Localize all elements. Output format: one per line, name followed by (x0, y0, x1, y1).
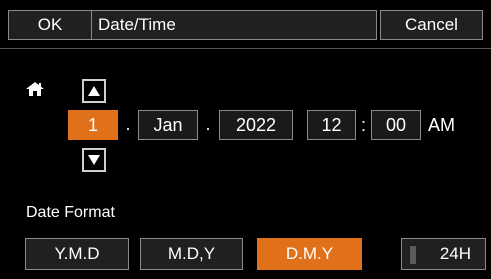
decrement-button[interactable] (82, 148, 106, 172)
ok-button[interactable]: OK (8, 10, 92, 40)
date-separator: . (125, 114, 131, 134)
minute-field[interactable]: 00 (371, 110, 421, 140)
title-bar: Date/Time (92, 10, 377, 40)
year-field[interactable]: 2022 (219, 110, 293, 140)
up-arrow-icon (88, 86, 100, 96)
header-divider (0, 48, 491, 49)
date-separator: . (205, 114, 211, 134)
clock-24h-toggle[interactable]: 24H (401, 238, 486, 270)
hour-field[interactable]: 12 (307, 110, 356, 140)
date-format-label: Date Format (26, 204, 115, 221)
cancel-label: Cancel (405, 15, 458, 34)
day-field[interactable]: 1 (68, 110, 118, 140)
down-arrow-icon (88, 155, 100, 165)
toggle-indicator (410, 246, 416, 264)
clock-24h-label: 24H (439, 244, 471, 263)
home-icon (26, 82, 44, 96)
page-title: Date/Time (98, 15, 176, 34)
ok-label: OK (37, 15, 63, 34)
format-ymd-button[interactable]: Y.M.D (25, 238, 129, 270)
ampm-indicator: AM (428, 114, 455, 135)
month-field[interactable]: Jan (138, 110, 198, 140)
increment-button[interactable] (82, 79, 106, 103)
cancel-button[interactable]: Cancel (380, 10, 483, 40)
time-separator: : (360, 114, 366, 135)
format-dmy-button[interactable]: D.M.Y (257, 238, 362, 270)
format-mdy-button[interactable]: M.D,Y (140, 238, 243, 270)
